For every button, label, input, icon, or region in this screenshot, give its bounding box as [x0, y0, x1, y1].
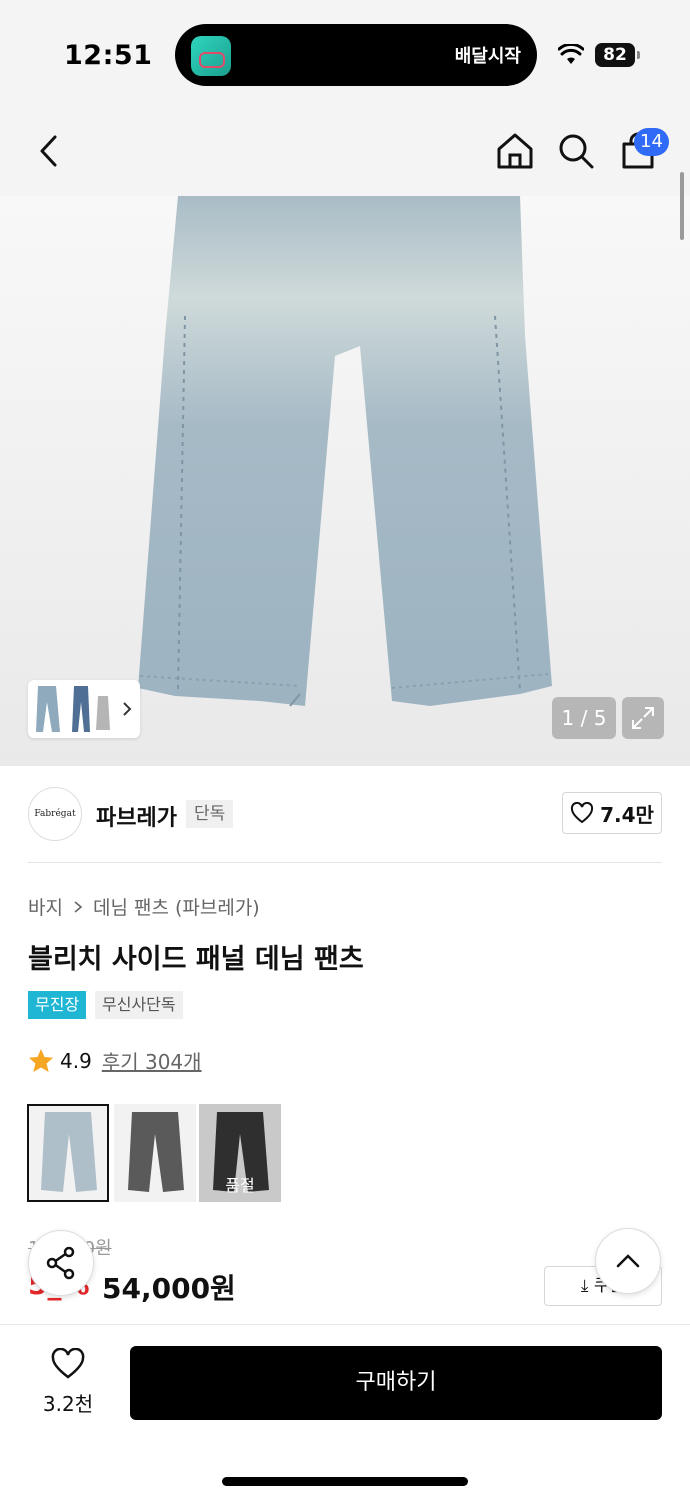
brand-name[interactable]: 파브레가: [96, 800, 177, 832]
scroll-top-button[interactable]: [595, 1228, 661, 1294]
status-bar: 12:51 배달시작 82: [0, 0, 690, 106]
review-link[interactable]: 후기 304개: [102, 1046, 202, 1075]
live-activity-text: 배달시작: [454, 46, 521, 67]
breadcrumb: 바지 데님 팬츠 (파브레가): [28, 893, 260, 920]
breadcrumb-subcategory[interactable]: 데님 팬츠 (파브레가): [93, 893, 260, 920]
color-option-light-blue[interactable]: [27, 1104, 109, 1202]
chevron-up-icon: [616, 1254, 640, 1268]
jeans-thumbnail: [128, 1112, 184, 1192]
jeans-thumbnail: [41, 1112, 97, 1192]
sold-out-label: 품절: [225, 1176, 255, 1195]
image-counter: 1 / 5: [552, 697, 616, 739]
wifi-icon: [558, 44, 584, 64]
product-title: 블리치 사이드 패널 데님 팬츠: [28, 944, 364, 975]
brand-logo[interactable]: Fabrégat: [28, 787, 82, 841]
home-icon: [497, 133, 533, 169]
top-nav: [0, 106, 690, 196]
battery-indicator: 82: [595, 43, 635, 67]
star-icon: [29, 1048, 53, 1072]
rating-row: 4.9 후기 304개: [28, 1046, 202, 1075]
heart-icon: [571, 802, 594, 824]
search-icon: [559, 134, 594, 169]
share-button[interactable]: [28, 1230, 94, 1296]
wishlist-button[interactable]: 3.2천: [30, 1347, 106, 1417]
color-option-black[interactable]: 품절: [199, 1104, 281, 1202]
back-button[interactable]: [26, 128, 72, 174]
brand-like-count: 7.4만: [600, 802, 654, 827]
buy-button[interactable]: 구매하기: [130, 1346, 662, 1420]
expand-image-button[interactable]: [622, 697, 664, 739]
wishlist-count: 3.2천: [42, 1392, 94, 1416]
cart-count-badge: 14: [634, 128, 669, 156]
dynamic-island[interactable]: 배달시작: [175, 24, 537, 86]
share-icon: [46, 1246, 75, 1280]
expand-icon: [632, 707, 654, 729]
mujinjang-badge: 무진장: [28, 991, 87, 1019]
delivery-app-icon: [191, 36, 231, 76]
status-time: 12:51: [64, 40, 153, 71]
sale-price: 54,000원: [102, 1272, 236, 1305]
rating-value: 4.9: [60, 1048, 92, 1073]
divider: [28, 862, 662, 863]
thumbnail-preview: [36, 686, 132, 732]
chevron-left-icon: [40, 135, 57, 167]
home-button[interactable]: [492, 128, 538, 174]
brand-like-button[interactable]: 7.4만: [562, 792, 662, 834]
battery-tip: [637, 51, 640, 59]
breadcrumb-category[interactable]: 바지: [28, 893, 63, 920]
image-thumbnail-strip[interactable]: [28, 680, 140, 738]
search-button[interactable]: [553, 128, 599, 174]
download-icon: ⤓: [580, 1276, 589, 1296]
scrollbar[interactable]: [680, 172, 684, 240]
musinsa-exclusive-badge: 무신사단독: [95, 991, 183, 1019]
home-indicator[interactable]: [222, 1477, 468, 1486]
heart-icon: [51, 1347, 85, 1379]
color-option-gray[interactable]: [114, 1104, 196, 1202]
chevron-right-icon: [74, 900, 83, 913]
exclusive-tag: 단독: [186, 800, 234, 828]
